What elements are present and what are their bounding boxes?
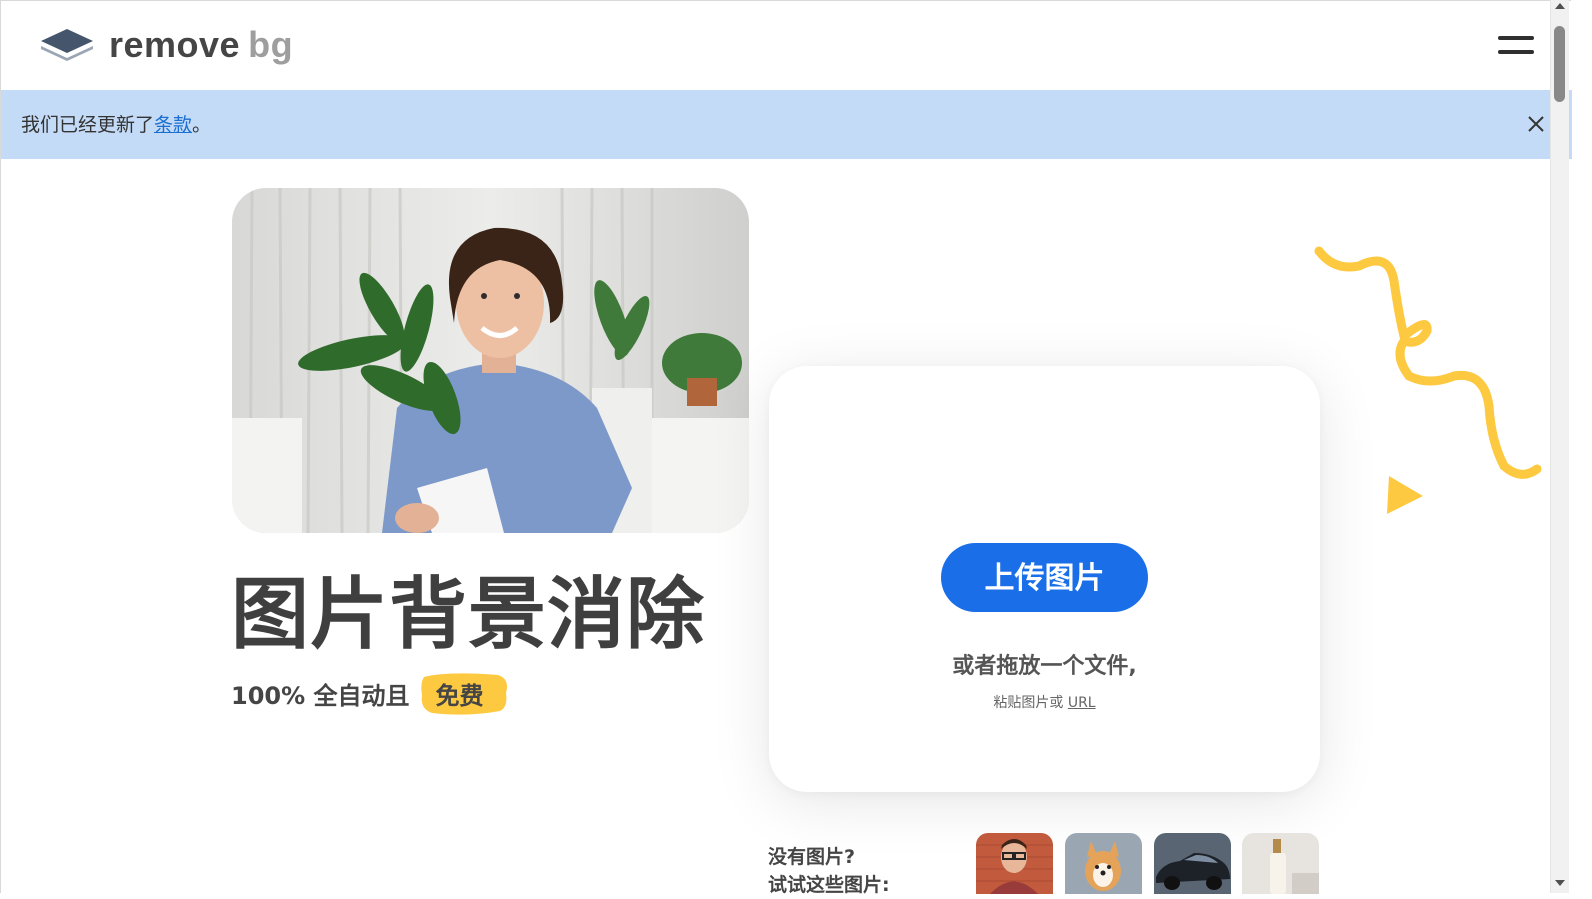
hamburger-icon[interactable]: [1498, 35, 1534, 57]
upload-image-button[interactable]: 上传图片: [941, 543, 1148, 612]
notice-text-prefix: 我们已经更新了: [21, 114, 155, 136]
page-subtitle: 100% 全自动且 免费: [231, 673, 507, 715]
logo-word-remove: remove: [109, 24, 241, 65]
vertical-scrollbar[interactable]: [1550, 0, 1569, 893]
subtitle-text: 100% 全自动且: [231, 682, 410, 710]
free-badge: 免费: [420, 673, 507, 715]
notice-text-suffix: 。: [192, 114, 212, 136]
try-images-label: 试试这些图片:: [768, 874, 890, 896]
paste-hint-text: 粘贴图片或: [993, 695, 1064, 711]
scroll-down-arrow-icon[interactable]: [1555, 880, 1565, 886]
logo[interactable]: remove bg: [39, 25, 293, 65]
logo-icon: [41, 29, 93, 61]
sample-thumb-dog[interactable]: [1065, 833, 1142, 894]
sample-thumb-car[interactable]: [1154, 833, 1231, 894]
sample-thumb-product[interactable]: [1242, 833, 1319, 894]
sample-thumb-person[interactable]: [976, 833, 1053, 894]
terms-link[interactable]: 条款: [154, 114, 192, 136]
page-title: 图片背景消除: [231, 570, 706, 660]
scroll-up-arrow-icon[interactable]: [1555, 3, 1565, 9]
no-image-label: 没有图片?: [768, 846, 856, 868]
site-header: remove bg: [1, 1, 1572, 90]
close-icon[interactable]: [1526, 114, 1546, 134]
logo-wordmark: remove bg: [109, 25, 293, 65]
scrollbar-thumb[interactable]: [1554, 26, 1565, 102]
triangle-decoration: [1387, 476, 1423, 514]
terms-notice-bar: 我们已经更新了条款。: [1, 90, 1572, 159]
squiggle-decoration: [1314, 246, 1542, 479]
url-link[interactable]: URL: [1068, 695, 1096, 711]
drop-file-text: 或者拖放一个文件,: [952, 654, 1137, 679]
hero-image: [232, 188, 749, 533]
notice-text: 我们已经更新了条款。: [21, 112, 211, 138]
upload-card[interactable]: 上传图片 或者拖放一个文件, 粘贴图片或 URL: [769, 366, 1320, 792]
paste-hint: 粘贴图片或 URL: [769, 693, 1320, 713]
badge-text: 免费: [435, 682, 484, 710]
page: remove bg 我们已经更新了条款。 图片背景消除 100% 全自动且 免费…: [0, 0, 1572, 896]
logo-word-bg: bg: [248, 24, 294, 65]
